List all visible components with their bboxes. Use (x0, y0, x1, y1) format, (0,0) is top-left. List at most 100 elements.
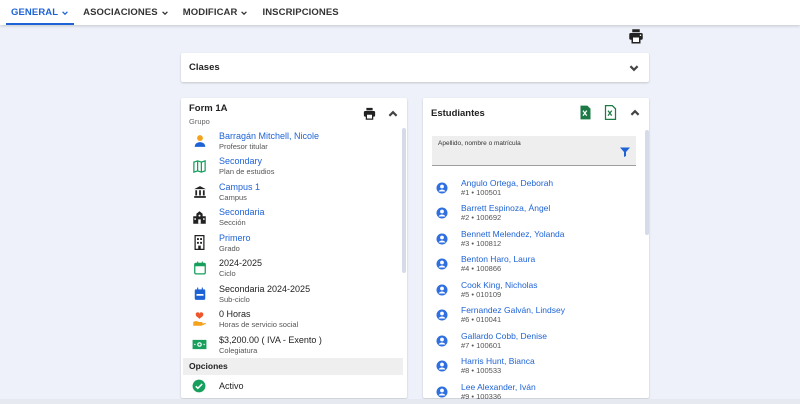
student-name[interactable]: Cook King, Nicholas (461, 280, 538, 290)
student-name[interactable]: Lee Alexander, Iván (461, 382, 536, 392)
list-item[interactable]: Gallardo Cobb, Denise #7 • 100601 (432, 328, 636, 354)
list-item[interactable]: Barrett Espinoza, Ángel #2 • 100692 (432, 201, 636, 227)
tab-asociaciones[interactable]: ASOCIACIONES (76, 0, 176, 25)
institution-icon (192, 184, 207, 199)
account-circle-icon (436, 207, 448, 219)
map-icon (192, 159, 207, 174)
account-circle-icon (436, 284, 448, 296)
student-name[interactable]: Bennett Melendez, Yolanda (461, 229, 565, 239)
calendar-event-icon (192, 286, 207, 301)
list-item[interactable]: Benton Haro, Laura #4 • 100866 (432, 252, 636, 278)
list-item: 0 Horas Horas de servicio social (181, 307, 403, 333)
student-name[interactable]: Benton Haro, Laura (461, 254, 535, 264)
teacher-link[interactable]: Barragán Mitchell, Nicole (219, 131, 319, 142)
tab-general[interactable]: GENERAL (4, 0, 76, 25)
student-meta: #1 • 100501 (461, 187, 502, 197)
school-icon (192, 210, 207, 225)
group-details-list: Barragán Mitchell, Nicole Profesor titula… (181, 128, 403, 358)
account-circle-icon (436, 386, 448, 398)
chevron-down-icon (161, 10, 168, 15)
grade-link[interactable]: Primero (219, 233, 251, 244)
tab-general-label: GENERAL (11, 7, 59, 18)
student-meta: #2 • 100692 (461, 213, 502, 223)
list-item[interactable]: Secondaria Sección (181, 205, 403, 231)
tab-asociaciones-label: ASOCIACIONES (83, 7, 158, 18)
clases-panel[interactable]: Clases (181, 53, 649, 82)
print-icon[interactable] (627, 27, 645, 45)
list-item[interactable]: Campus 1 Campus (181, 179, 403, 205)
detail-label: Sección (219, 218, 246, 228)
building-icon (192, 235, 207, 251)
tab-modificar-label: MODIFICAR (182, 7, 238, 18)
list-item[interactable]: Barragán Mitchell, Nicole Profesor titula… (181, 128, 403, 154)
list-item: Secondaria 2024-2025 Sub-ciclo (181, 281, 403, 307)
detail-label: Plan de estudios (219, 167, 275, 177)
list-item[interactable]: Bennett Melendez, Yolanda #3 • 100812 (432, 226, 636, 252)
student-name[interactable]: Angulo Ortega, Deborah (461, 178, 553, 188)
print-icon[interactable] (362, 106, 377, 121)
search-label: Apellido, nombre o matrícula (438, 140, 521, 147)
excel-export-icon[interactable] (579, 105, 592, 120)
campus-link[interactable]: Campus 1 (219, 182, 260, 193)
service-hours-value: 0 Horas (219, 309, 251, 320)
detail-label: Sub-ciclo (219, 294, 250, 304)
student-name[interactable]: Harris Hunt, Bianca (461, 356, 535, 366)
group-panel: Form 1A Grupo Barragán Mitchell, Nicole P… (181, 98, 407, 398)
curriculum-link[interactable]: Secondary (219, 156, 274, 167)
tab-inscripciones-label: INSCRIPCIONES (262, 7, 339, 18)
detail-label: Grado (219, 243, 240, 253)
clases-title: Clases (189, 62, 220, 73)
detail-label: Profesor titular (219, 141, 268, 151)
chevron-down-icon (62, 10, 69, 15)
top-navigation: GENERAL ASOCIACIONES MODIFICAR INSCRIPCI… (0, 0, 800, 25)
chevron-down-icon[interactable] (628, 62, 640, 74)
tab-inscripciones[interactable]: INSCRIPCIONES (255, 0, 345, 25)
list-item: 2024-2025 Ciclo (181, 256, 403, 282)
student-meta: #4 • 100866 (461, 264, 502, 274)
list-item[interactable]: Harris Hunt, Bianca #8 • 100533 (432, 354, 636, 380)
volunteer-icon (192, 312, 207, 327)
student-search-input[interactable]: Apellido, nombre o matrícula (432, 136, 636, 166)
student-name[interactable]: Gallardo Cobb, Denise (461, 331, 547, 341)
student-name[interactable]: Fernandez Galván, Lindsey (461, 305, 565, 315)
student-meta: #7 • 100601 (461, 340, 502, 350)
student-meta: #5 • 010109 (461, 289, 502, 299)
student-meta: #3 • 100812 (461, 238, 502, 248)
students-header: Estudiantes (423, 98, 649, 128)
account-circle-icon (436, 309, 448, 321)
detail-label: Ciclo (219, 269, 236, 279)
filter-icon[interactable] (619, 146, 631, 158)
list-item: $3,200.00 ( IVA - Exento ) Colegiatura (181, 332, 403, 358)
chevron-up-icon[interactable] (629, 107, 641, 119)
list-item[interactable]: Primero Grado (181, 230, 403, 256)
detail-label: Colegiatura (219, 345, 258, 355)
excel-outline-icon[interactable] (604, 105, 617, 120)
student-name[interactable]: Barrett Espinoza, Ángel (461, 203, 550, 213)
list-item[interactable]: Secondary Plan de estudios (181, 154, 403, 180)
list-item[interactable]: Angulo Ortega, Deborah #1 • 100501 (432, 175, 636, 201)
account-circle-icon (436, 233, 448, 245)
person-icon (192, 133, 207, 148)
detail-label: Campus (219, 192, 247, 202)
tuition-value: $3,200.00 ( IVA - Exento ) (219, 334, 322, 345)
group-scrollbar[interactable] (402, 128, 406, 273)
status-label: Activo (219, 381, 244, 391)
account-circle-icon (436, 335, 448, 347)
list-item[interactable]: Cook King, Nicholas #5 • 010109 (432, 277, 636, 303)
detail-label: Horas de servicio social (219, 320, 299, 330)
student-meta: #6 • 010041 (461, 315, 502, 325)
student-meta: #8 • 100533 (461, 366, 502, 376)
tab-modificar[interactable]: MODIFICAR (176, 0, 256, 25)
status-item[interactable]: Activo (192, 379, 244, 393)
students-scrollbar[interactable] (645, 130, 649, 235)
calendar-icon (192, 261, 207, 276)
chevron-up-icon[interactable] (387, 108, 399, 120)
cycle-value: 2024-2025 (219, 258, 263, 269)
list-item[interactable]: Fernandez Galván, Lindsey #6 • 010041 (432, 303, 636, 329)
student-list: Angulo Ortega, Deborah #1 • 100501 Barret… (432, 175, 636, 404)
subcycle-value: Secondaria 2024-2025 (219, 283, 311, 294)
chevron-down-icon (241, 10, 248, 15)
section-link[interactable]: Secondaria (219, 207, 265, 218)
page-bottom-edge (0, 399, 800, 404)
group-header: Form 1A Grupo (181, 98, 407, 128)
